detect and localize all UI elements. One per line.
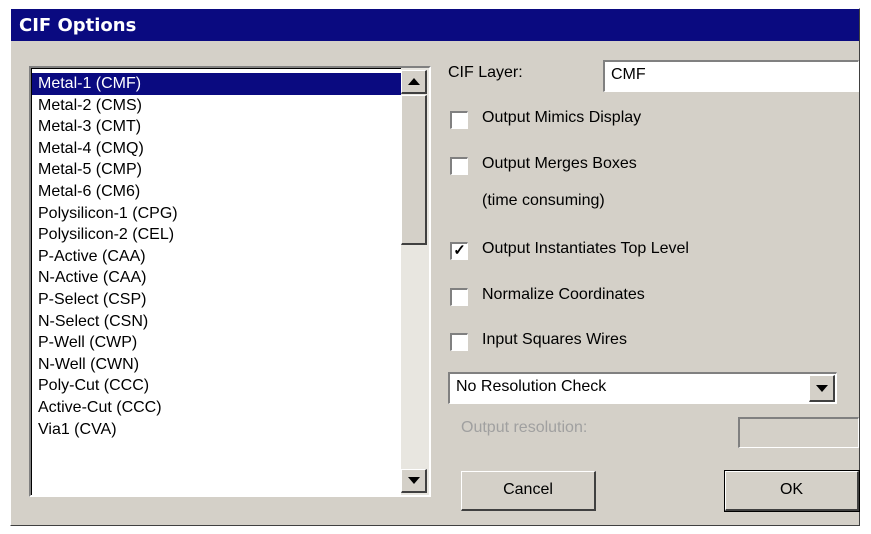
title-bar: CIF Options <box>11 9 859 41</box>
layer-list-item[interactable]: Metal-1 (CMF) <box>32 73 401 95</box>
chevron-down-icon <box>815 384 828 392</box>
cif-options-dialog: CIF Options Metal-1 (CMF) Metal-2 (CMS) Me… <box>10 8 860 526</box>
normalize-coordinates-label: Normalize Coordinates <box>482 286 645 303</box>
layer-list-item[interactable]: Active-Cut (CCC) <box>32 397 401 419</box>
dialog-title: CIF Options <box>19 15 137 36</box>
layer-list-item[interactable]: Metal-3 (CMT) <box>32 116 401 138</box>
output-resolution-label: Output resolution: <box>461 419 588 436</box>
scroll-down-button[interactable] <box>401 469 427 493</box>
cif-layer-input[interactable]: CMF <box>603 60 859 92</box>
output-resolution-input[interactable] <box>738 417 859 448</box>
cancel-button[interactable]: Cancel <box>461 471 596 511</box>
layer-list-item[interactable]: Metal-5 (CMP) <box>32 159 401 181</box>
output-instantiates-label: Output Instantiates Top Level <box>482 240 689 257</box>
ok-button[interactable]: OK <box>724 470 860 512</box>
output-mimics-label: Output Mimics Display <box>482 109 642 126</box>
layer-list-item[interactable]: P-Active (CAA) <box>32 246 401 268</box>
output-mimics-checkbox[interactable] <box>450 111 468 129</box>
layer-list-scrollbar[interactable] <box>401 68 429 495</box>
output-merges-checkbox[interactable] <box>450 157 468 175</box>
resolution-select-value: No Resolution Check <box>456 378 607 395</box>
input-squares-label: Input Squares Wires <box>482 331 627 348</box>
layer-list-item[interactable]: N-Well (CWN) <box>32 354 401 376</box>
layer-list-item[interactable]: Poly-Cut (CCC) <box>32 375 401 397</box>
layer-list-item[interactable]: N-Active (CAA) <box>32 267 401 289</box>
scroll-up-button[interactable] <box>401 70 427 94</box>
layer-list-item[interactable]: P-Select (CSP) <box>32 289 401 311</box>
output-merges-label: Output Merges Boxes <box>482 155 637 172</box>
layer-list-item[interactable]: Polysilicon-1 (CPG) <box>32 203 401 225</box>
layer-list-item[interactable]: P-Well (CWP) <box>32 332 401 354</box>
layer-list-item[interactable]: Metal-6 (CM6) <box>32 181 401 203</box>
normalize-coordinates-checkbox[interactable] <box>450 288 468 306</box>
layer-list-item[interactable]: N-Select (CSN) <box>32 311 401 333</box>
time-consuming-note: (time consuming) <box>482 192 605 209</box>
resolution-dropdown-button[interactable] <box>809 375 835 402</box>
resolution-select[interactable]: No Resolution Check <box>448 372 837 404</box>
layer-list-item[interactable]: Polysilicon-2 (CEL) <box>32 224 401 246</box>
arrow-up-icon <box>407 78 420 85</box>
layer-list[interactable]: Metal-1 (CMF) Metal-2 (CMS) Metal-3 (CMT) M… <box>29 66 431 497</box>
layer-list-item[interactable]: Metal-4 (CMQ) <box>32 138 401 160</box>
output-instantiates-checkbox[interactable]: ✓ <box>450 242 468 260</box>
scroll-thumb[interactable] <box>401 95 427 245</box>
arrow-down-icon <box>407 477 420 484</box>
layer-list-item[interactable]: Metal-2 (CMS) <box>32 95 401 117</box>
cif-layer-label: CIF Layer: <box>448 64 523 81</box>
layer-list-items: Metal-1 (CMF) Metal-2 (CMS) Metal-3 (CMT) M… <box>31 68 401 495</box>
input-squares-checkbox[interactable] <box>450 333 468 351</box>
layer-list-item[interactable]: Via1 (CVA) <box>32 419 401 441</box>
